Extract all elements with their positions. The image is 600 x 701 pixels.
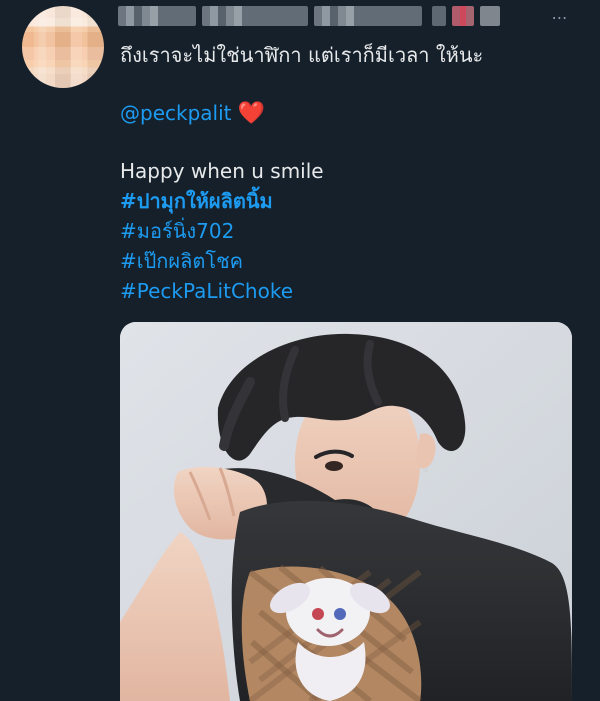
tweet-text: ถึงเราจะไม่ใช่นาฬิกา แต่เราก็มีเวลา ให้น… (120, 40, 590, 306)
photo-illustration (120, 322, 572, 701)
tweet-line: Happy when u smile (120, 159, 324, 183)
line-break (120, 128, 590, 156)
hashtag-link[interactable]: #มอร์นิ่ง702 (120, 216, 590, 246)
blurred-timestamp[interactable] (480, 6, 500, 26)
line-break (120, 70, 590, 98)
blurred-badge (452, 6, 474, 26)
mention-link[interactable]: @peckpalit (120, 101, 231, 125)
blurred-username[interactable] (314, 6, 422, 26)
heart-emoji: ❤️ (237, 101, 266, 126)
blurred-separator (432, 6, 446, 26)
hashtag-link[interactable]: #เป๊กผลิตโชค (120, 246, 590, 276)
hashtag-link[interactable]: #ปามุกให้ผลิตนิ้ม (120, 186, 590, 216)
tweet-line: ถึงเราจะไม่ใช่นาฬิกา แต่เราก็มีเวลา ให้น… (120, 43, 484, 67)
blurred-username[interactable] (202, 6, 308, 26)
tweet-header (114, 0, 600, 36)
more-icon[interactable]: ⋯ (546, 8, 574, 28)
mention-line: @peckpalit ❤️ (120, 98, 590, 128)
blurred-display-name[interactable] (118, 6, 196, 26)
tweet-photo[interactable] (120, 322, 572, 701)
hashtag-link[interactable]: #PeckPaLitChoke (120, 276, 590, 306)
avatar[interactable] (22, 6, 104, 88)
tweet[interactable]: ⋯ ถึงเราจะไม่ใช่นาฬิกา แต่เราก็มีเวลา ให… (0, 0, 600, 701)
